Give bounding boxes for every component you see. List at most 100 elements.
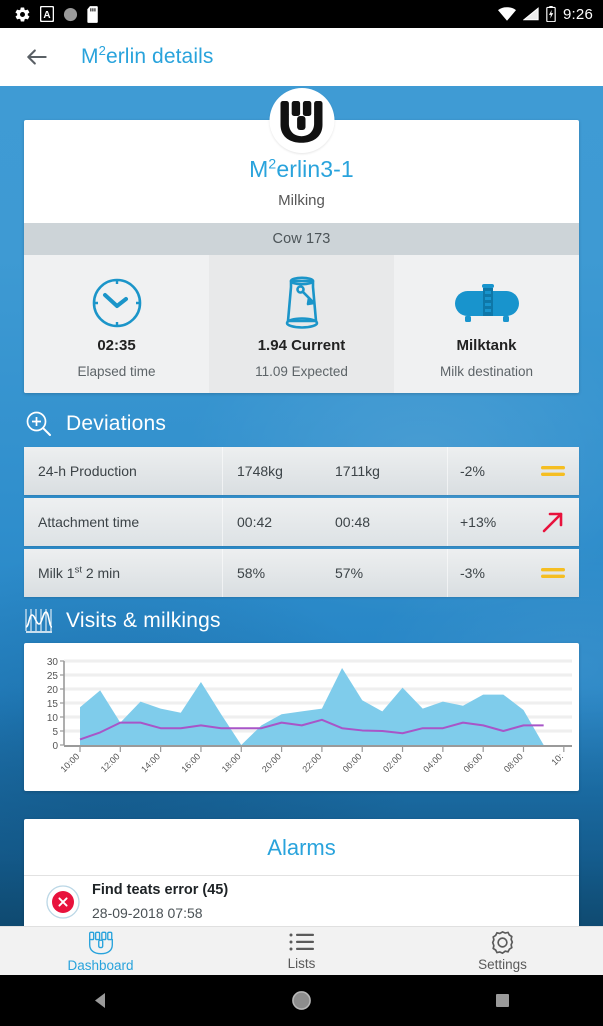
svg-text:10: 10 [47,713,59,724]
deviation-value-actual: 1711kg [335,463,380,479]
tab-lists[interactable]: Lists [201,927,402,975]
milk-destination-label: Milk destination [439,364,534,379]
deviation-label-text: Milk 1 [38,565,75,581]
svg-text:12:00: 12:00 [99,751,122,774]
deviation-value-actual: 57% [335,565,364,581]
info-cell-milk-yield: 1.94 Current 11.09 Expected [209,255,394,393]
milking-cluster-logo-icon [280,100,323,143]
page-title-post: erlin details [105,45,214,68]
deviation-label-post: 2 min [81,565,121,581]
deviation-percent: +13% [460,514,497,530]
android-nav-bar [0,975,603,1026]
deviations-title: Deviations [66,412,167,435]
unit-state: Milking [278,192,325,209]
page-content[interactable]: M2erlin3-1 Milking Cow 173 02:35 Elapsed… [0,86,603,926]
deviation-percent: -3% [460,565,485,581]
milk-destination-value: Milktank [456,337,517,354]
unit-info-row: 02:35 Elapsed time 1.94 Current 11.09 Ex… [24,255,579,393]
status-bar-right-icons: 9:26 [498,6,593,23]
tab-settings[interactable]: Settings [402,927,603,975]
deviation-indicator [526,564,579,582]
nav-back-button[interactable] [0,992,201,1009]
visits-section-header: Visits & milkings [24,607,603,635]
deviation-value-expected: 58% [237,565,266,581]
deviation-value-expected: 00:42 [237,514,273,530]
status-bar-clock: 9:26 [563,5,593,23]
equals-icon [540,568,565,578]
svg-text:00:00: 00:00 [341,751,364,774]
svg-text:02:00: 02:00 [381,751,404,774]
alarm-date: 28-09-2018 07:58 [92,905,203,921]
scroll-container: M2erlin3-1 Milking Cow 173 02:35 Elapsed… [0,88,603,926]
battery-icon [546,6,556,22]
deviation-indicator [526,508,579,536]
list-item[interactable]: Find teats error (45) 28-09-2018 07:58 [24,875,579,926]
tab-dashboard-label: Dashboard [67,957,134,973]
unit-name-pre: M [249,156,269,182]
milk-can-icon [213,273,390,333]
visits-title: Visits & milkings [66,609,221,632]
table-row[interactable]: Attachment time 00:42 00:48 +13% [24,498,579,546]
zoom-in-icon [26,411,51,436]
deviation-value-expected: 1748kg [237,463,283,479]
alarms-card: Alarms Find teats error (45) 28-09-2018 … [24,819,579,926]
back-triangle-icon [95,993,105,1008]
deviations-section-header: Deviations [24,409,603,439]
arrow-up-right-icon [542,512,562,533]
wifi-icon [498,7,516,21]
sd-card-icon [87,5,98,23]
milk-current-value: 1.94 Current [257,337,346,354]
app-bar: M2erlin details [0,28,603,86]
gear-icon [15,6,30,22]
milktank-icon [398,273,575,333]
chart-area-series [80,668,544,745]
nav-home-button[interactable] [201,990,402,1011]
svg-text:08:00: 08:00 [502,751,525,774]
deviation-label: Attachment time [24,514,222,530]
deviation-value-actual: 00:48 [335,514,371,530]
tab-settings-label: Settings [478,957,527,972]
svg-text:22:00: 22:00 [300,751,323,774]
signal-icon [523,7,539,21]
status-bar: A 9:26 [0,0,603,28]
svg-text:30: 30 [47,657,59,668]
phone-screen: A 9:26 M2erlin details M2erlin3-1 Milkin… [0,0,603,1026]
alarm-name: Find teats error (45) [92,882,229,898]
svg-text:06:00: 06:00 [462,751,485,774]
svg-text:0: 0 [52,741,58,752]
milking-cluster-icon [88,931,113,954]
svg-text:10:00: 10:00 [58,751,81,774]
visits-chart-card[interactable]: 0 5 10 15 20 25 30 10:00 12:00 14:00 16:00 18:00 20… [24,643,579,791]
chart-icon [25,609,53,633]
unit-card-wrapper: M2erlin3-1 Milking Cow 173 02:35 Elapsed… [24,88,579,393]
deviation-label-sup: st [74,564,82,576]
tab-dashboard[interactable]: Dashboard [0,927,201,975]
unit-name-post: erlin3-1 [276,156,354,182]
recents-square-icon [496,994,509,1007]
svg-text:16:00: 16:00 [179,751,202,774]
svg-text:20:00: 20:00 [260,751,283,774]
error-circle-icon [40,884,86,919]
table-row[interactable]: 24-h Production 1748kg 1711kg -2% [24,447,579,495]
tab-lists-label: Lists [287,955,316,971]
back-arrow-icon[interactable] [24,44,50,70]
svg-text:18:00: 18:00 [220,751,243,774]
deviation-label-text: Attachment time [38,514,140,530]
nav-recents-button[interactable] [402,993,603,1008]
status-bar-left-icons: A [14,5,100,23]
deviation-percent: -2% [460,463,485,479]
clock-icon [28,273,205,333]
svg-text:04:00: 04:00 [421,751,444,774]
chart-y-axis-labels: 0 5 10 15 20 25 30 [47,657,64,752]
chart-x-axis-labels: 10:00 12:00 14:00 16:00 18:00 20:00 22:00 00:00… [58,747,565,774]
deviations-list: 24-h Production 1748kg 1711kg -2% Attach… [24,447,579,597]
svg-text:14:00: 14:00 [139,751,162,774]
milk-expected-value: 11.09 Expected [255,364,348,379]
table-row[interactable]: Milk 1st 2 min 58% 57% -3% [24,549,579,597]
a-badge-icon: A [40,6,54,22]
unit-card: M2erlin3-1 Milking Cow 173 02:35 Elapsed… [24,120,579,393]
info-cell-elapsed-time: 02:35 Elapsed time [24,255,209,393]
info-cell-milk-destination: Milktank Milk destination [394,255,579,393]
elapsed-time-label: Elapsed time [77,364,156,379]
svg-text:25: 25 [47,671,59,682]
